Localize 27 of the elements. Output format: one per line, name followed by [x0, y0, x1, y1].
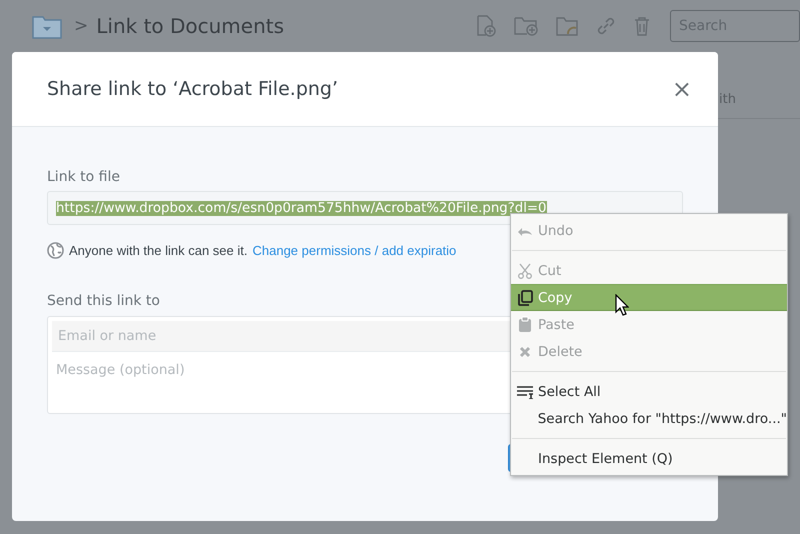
globe-icon: [47, 242, 64, 259]
link-field[interactable]: https://www.dropbox.com/s/esn0p0ram575hhw/Acrobat%20File.png?dl=0: [47, 191, 683, 225]
menu-item[interactable]: Select All: [511, 378, 787, 405]
shared-folder-icon[interactable]: [556, 16, 578, 36]
field-label: Link to file: [47, 169, 120, 185]
breadcrumb-separator: >: [74, 16, 88, 36]
copy-icon: [516, 290, 532, 306]
delete-icon: [518, 346, 530, 358]
mouse-pointer-icon: [615, 294, 629, 316]
close-button[interactable]: ×: [672, 75, 692, 103]
new-file-icon[interactable]: [476, 15, 496, 37]
menu-item[interactable]: Copy: [511, 284, 787, 311]
menu-item[interactable]: Inspect Element (Q): [511, 445, 787, 472]
link-text: https://www.dropbox.com/s/esn0p0ram575hhw/Acrobat%20File.png?dl=0: [56, 200, 547, 216]
clipboard-icon: [518, 316, 532, 333]
scissors-icon: [518, 262, 532, 278]
new-folder-icon[interactable]: [514, 16, 538, 36]
field-label: Send this link to: [47, 293, 160, 309]
folder-title: Link to Documents: [96, 14, 284, 38]
dialog-title: Share link to ‘Acrobat File.png’: [47, 78, 338, 100]
select-all-icon: [516, 384, 532, 398]
undo-icon: [516, 226, 532, 236]
change-permissions-link[interactable]: Change permissions / add expiratio: [252, 243, 456, 258]
trash-icon[interactable]: [634, 16, 650, 36]
menu-item[interactable]: Search Yahoo for "https://www.dro...": [511, 405, 787, 432]
visibility-text: Anyone with the link can see it.: [69, 243, 248, 258]
link-icon[interactable]: [596, 16, 616, 36]
